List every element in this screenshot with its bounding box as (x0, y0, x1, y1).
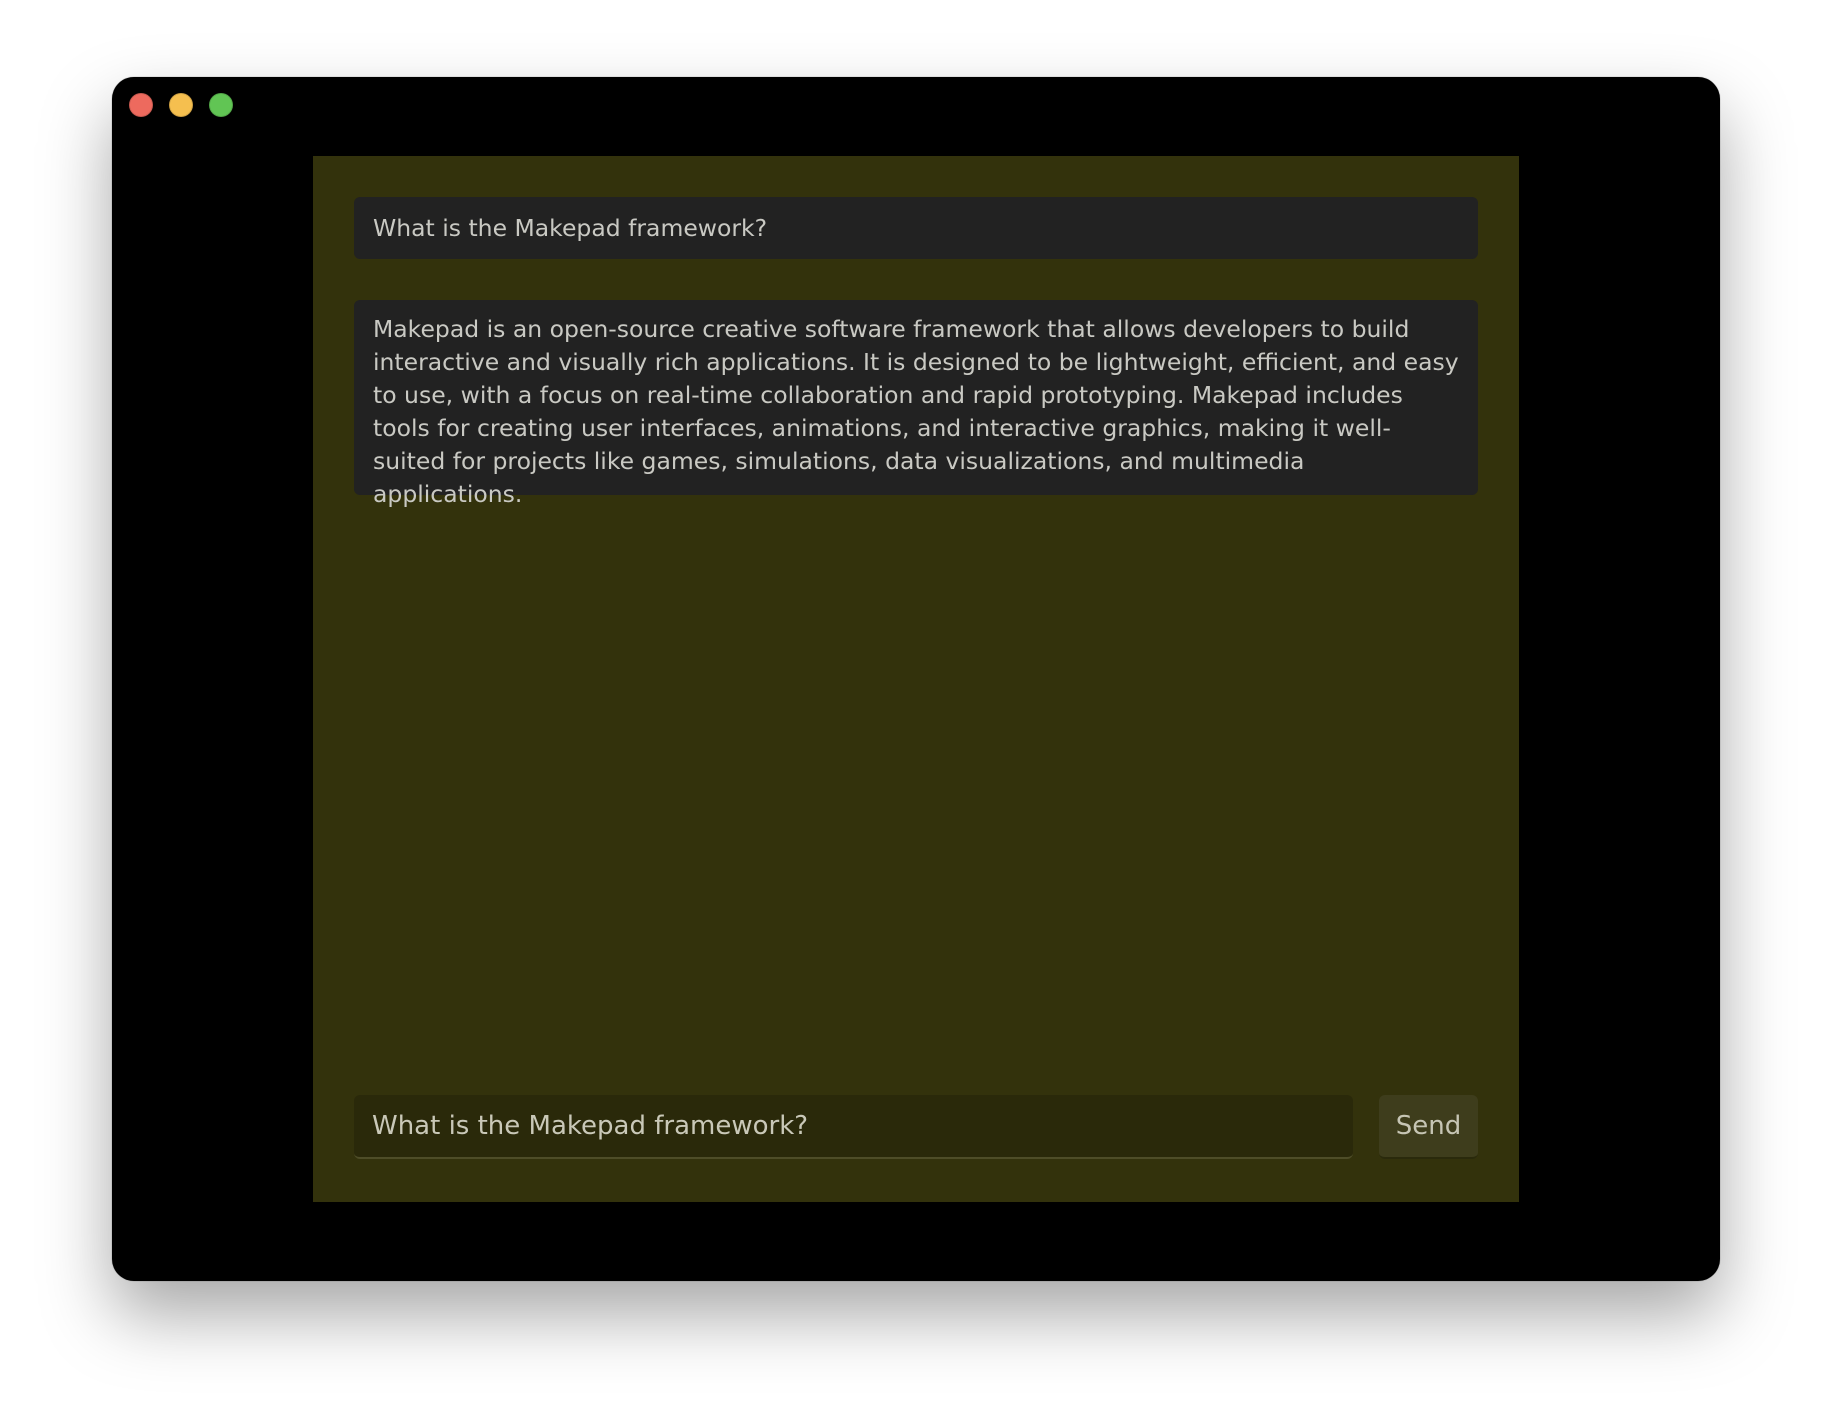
message-input[interactable] (354, 1095, 1353, 1159)
app-window: What is the Makepad framework? Makepad i… (112, 77, 1720, 1281)
send-button[interactable]: Send (1379, 1095, 1478, 1159)
maximize-window-icon[interactable] (209, 93, 233, 117)
user-message-bubble: What is the Makepad framework? (354, 197, 1478, 259)
user-message-text: What is the Makepad framework? (373, 213, 768, 242)
minimize-window-icon[interactable] (169, 93, 193, 117)
chat-panel: What is the Makepad framework? Makepad i… (313, 156, 1519, 1202)
window-controls (129, 93, 233, 117)
close-window-icon[interactable] (129, 93, 153, 117)
message-composer: Send (354, 1095, 1478, 1159)
assistant-message-text: Makepad is an open-source creative softw… (373, 315, 1459, 508)
assistant-message-bubble: Makepad is an open-source creative softw… (354, 300, 1478, 508)
